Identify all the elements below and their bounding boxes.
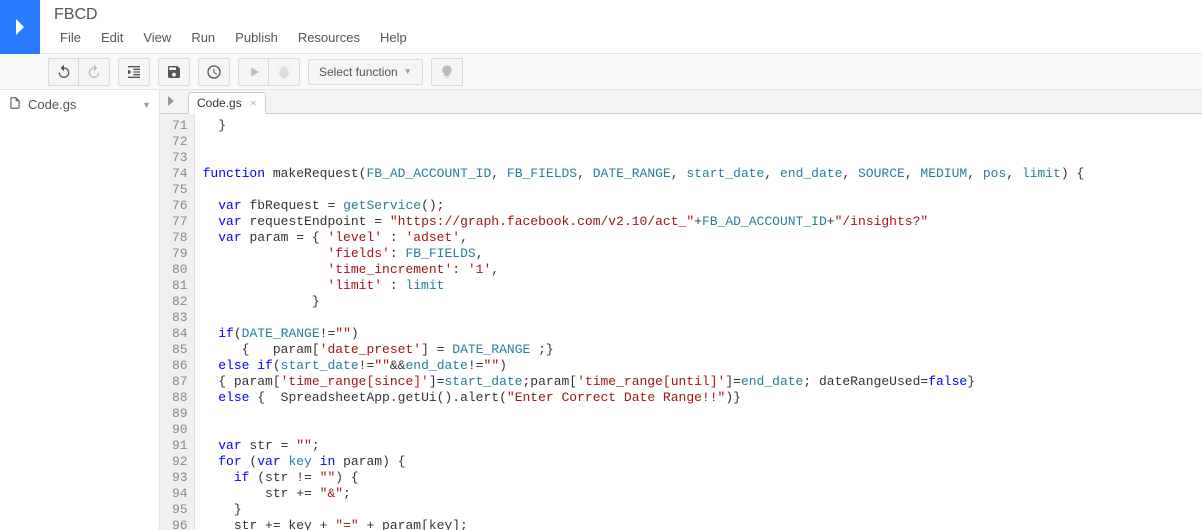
toolbar: Select function ▼ — [0, 54, 1202, 90]
tab-bar: Code.gs × — [160, 90, 1202, 114]
bug-icon — [276, 64, 292, 80]
caret-down-icon: ▼ — [404, 67, 412, 76]
menu-help[interactable]: Help — [370, 26, 417, 51]
menu-publish[interactable]: Publish — [225, 26, 288, 51]
sidebar: Code.gs ▼ — [0, 90, 160, 530]
clock-icon — [206, 64, 222, 80]
undo-button[interactable] — [49, 59, 79, 85]
triggers-button[interactable] — [199, 59, 229, 85]
header: FBCD File Edit View Run Publish Resource… — [0, 0, 1202, 54]
line-gutter: 7172737475767778798081828384858687888990… — [160, 114, 195, 530]
function-select-label: Select function — [319, 65, 398, 79]
tab-code[interactable]: Code.gs × — [188, 92, 266, 114]
editor: Code.gs × 717273747576777879808182838485… — [160, 90, 1202, 530]
file-name: Code.gs — [28, 97, 76, 112]
menu-bar: File Edit View Run Publish Resources Hel… — [50, 26, 1202, 51]
function-select[interactable]: Select function ▼ — [308, 59, 423, 85]
play-icon — [246, 64, 262, 80]
save-icon — [166, 64, 182, 80]
redo-button[interactable] — [79, 59, 109, 85]
run-button[interactable] — [239, 59, 269, 85]
code-content[interactable]: } function makeRequest(FB_AD_ACCOUNT_ID,… — [195, 114, 1093, 530]
menu-view[interactable]: View — [133, 26, 181, 51]
project-title[interactable]: FBCD — [50, 0, 1202, 26]
menu-run[interactable]: Run — [181, 26, 225, 51]
indent-button[interactable] — [119, 59, 149, 85]
caret-down-icon[interactable]: ▼ — [142, 100, 151, 110]
redo-icon — [86, 64, 102, 80]
file-list-item[interactable]: Code.gs ▼ — [0, 90, 159, 119]
indent-icon — [126, 64, 142, 80]
menu-resources[interactable]: Resources — [288, 26, 370, 51]
menu-edit[interactable]: Edit — [91, 26, 133, 51]
tab-label: Code.gs — [197, 96, 242, 110]
lightbulb-icon — [439, 64, 455, 80]
code-area[interactable]: 7172737475767778798081828384858687888990… — [160, 114, 1202, 530]
logo-button[interactable] — [0, 0, 40, 54]
arrow-right-icon — [8, 15, 32, 39]
file-icon — [8, 96, 22, 113]
undo-icon — [56, 64, 72, 80]
hint-button[interactable] — [432, 59, 462, 85]
save-button[interactable] — [159, 59, 189, 85]
close-icon[interactable]: × — [250, 96, 257, 110]
debug-button[interactable] — [269, 59, 299, 85]
menu-file[interactable]: File — [50, 26, 91, 51]
